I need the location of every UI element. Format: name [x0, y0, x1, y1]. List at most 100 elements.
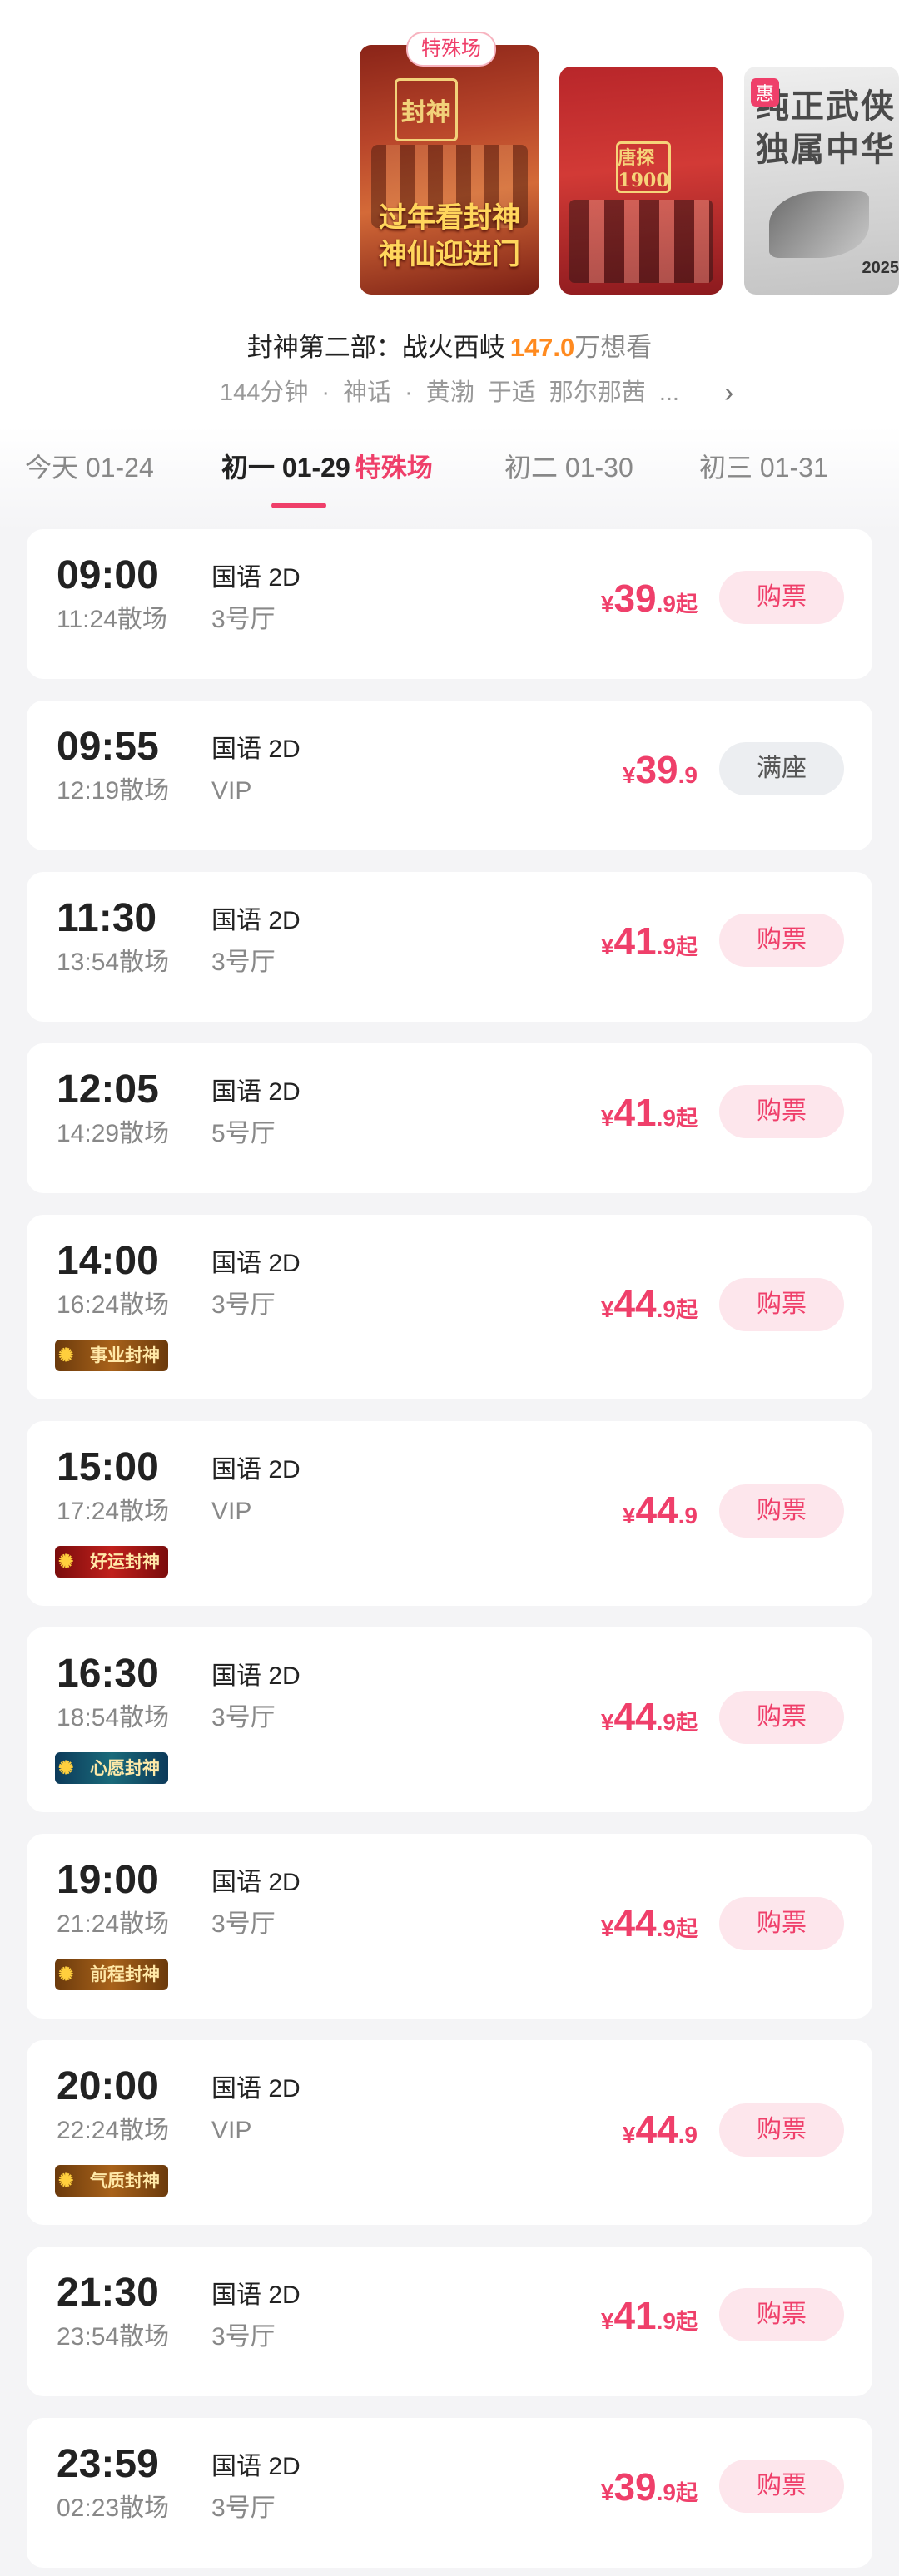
cast-member: 黄渤 — [425, 379, 474, 406]
start-time: 16:30 — [57, 1652, 159, 1696]
tab-date-chusan[interactable]: 初三 01-31 — [699, 449, 828, 486]
want-suffix: 万想看 — [574, 333, 653, 362]
end-time: 12:19散场 — [57, 777, 170, 805]
special-screening-tag: 特殊场 — [406, 32, 496, 67]
tab-date-chuer[interactable]: 初二 01-30 — [504, 449, 633, 486]
price: ¥41.9起 — [600, 2294, 698, 2337]
buy-ticket-button[interactable]: 购票 — [719, 2103, 844, 2157]
showtime-card[interactable]: 15:00 17:24散场 国语 2D VIP 好运封神 ¥44.9 购票 — [27, 1421, 872, 1606]
language-format: 国语 2D — [211, 907, 300, 934]
tab-date-today[interactable]: 今天 01-24 — [25, 449, 154, 486]
poster-wuxia[interactable]: 纯正武侠 独属中华 惠 2025 — [744, 67, 899, 295]
hall-name: 3号厅 — [211, 949, 276, 976]
buy-ticket-button[interactable]: 购票 — [719, 1484, 844, 1538]
movie-title-line[interactable]: 封神第二部：战火西岐 147.0万想看 — [0, 331, 899, 364]
poster-artwork — [569, 200, 713, 283]
showtime-card[interactable]: 21:30 23:54散场 国语 2D 3号厅 ¥41.9起 购票 — [27, 2247, 872, 2396]
duration: 144分钟 — [220, 379, 309, 406]
price: ¥44.9起 — [600, 1282, 698, 1325]
price: ¥39.9 — [622, 748, 698, 791]
start-time: 14:00 — [57, 1239, 159, 1283]
end-time: 17:24散场 — [57, 1498, 170, 1525]
hall-name: VIP — [211, 1498, 252, 1525]
language-format: 国语 2D — [211, 2453, 300, 2480]
hall-name: 3号厅 — [211, 2494, 276, 2522]
showtime-card[interactable]: 16:30 18:54散场 国语 2D 3号厅 心愿封神 ¥44.9起 购票 — [27, 1627, 872, 1812]
buy-ticket-button[interactable]: 购票 — [719, 571, 844, 624]
showtime-card[interactable]: 11:30 13:54散场 国语 2D 3号厅 ¥41.9起 购票 — [27, 872, 872, 1022]
tab-special-badge: 特殊场 — [355, 453, 433, 483]
end-time: 02:23散场 — [57, 2494, 170, 2522]
end-time: 21:24散场 — [57, 1910, 170, 1938]
separator: · — [321, 379, 330, 406]
tab-date-chuyi[interactable]: 初一 01-29 特殊场 — [221, 449, 433, 487]
event-badge: 事业封神 — [55, 1340, 168, 1371]
want-count: 147.0 — [509, 333, 575, 362]
buy-ticket-button[interactable]: 购票 — [719, 2288, 844, 2341]
start-time: 12:05 — [57, 1068, 159, 1112]
event-badge: 前程封神 — [55, 1959, 168, 1990]
price: ¥44.9 — [622, 2108, 698, 2151]
buy-ticket-button[interactable]: 购票 — [719, 2460, 844, 2513]
hall-name: 5号厅 — [211, 1120, 276, 1147]
price: ¥39.9起 — [600, 2465, 698, 2509]
price: ¥41.9起 — [600, 1091, 698, 1134]
end-time: 14:29散场 — [57, 1120, 170, 1147]
start-time: 21:30 — [57, 2271, 159, 2315]
language-format: 国语 2D — [211, 1456, 300, 1484]
start-time: 09:55 — [57, 725, 159, 769]
price: ¥41.9起 — [600, 919, 698, 963]
event-badge: 气质封神 — [55, 2165, 168, 2197]
poster-logo: 封神 — [395, 78, 458, 141]
event-badge: 好运封神 — [55, 1546, 168, 1578]
buy-ticket-button[interactable]: 购票 — [719, 1278, 844, 1331]
hall-name: 3号厅 — [211, 606, 276, 633]
end-time: 13:54散场 — [57, 949, 170, 976]
showtime-card[interactable]: 09:55 12:19散场 国语 2D VIP ¥39.9 满座 — [27, 701, 872, 850]
showtime-card[interactable]: 20:00 22:24散场 国语 2D VIP 气质封神 ¥44.9 购票 — [27, 2040, 872, 2225]
hall-name: VIP — [211, 777, 252, 805]
hall-name: 3号厅 — [211, 1291, 276, 1319]
language-format: 国语 2D — [211, 736, 300, 763]
end-time: 23:54散场 — [57, 2323, 170, 2351]
start-time: 09:00 — [57, 553, 159, 597]
start-time: 23:59 — [57, 2442, 159, 2486]
language-format: 国语 2D — [211, 1662, 300, 1690]
showtime-card[interactable]: 19:00 21:24散场 国语 2D 3号厅 前程封神 ¥44.9起 购票 — [27, 1834, 872, 2019]
price: ¥44.9起 — [600, 1695, 698, 1738]
showtime-card[interactable]: 09:00 11:24散场 国语 2D 3号厅 ¥39.9起 购票 — [27, 529, 872, 679]
buy-ticket-button[interactable]: 购票 — [719, 1691, 844, 1744]
showtime-card[interactable]: 14:00 16:24散场 国语 2D 3号厅 事业封神 ¥44.9起 购票 — [27, 1215, 872, 1399]
end-time: 18:54散场 — [57, 1704, 170, 1731]
showtime-card[interactable]: 12:05 14:29散场 国语 2D 5号厅 ¥41.9起 购票 — [27, 1043, 872, 1193]
start-time: 11:30 — [57, 896, 157, 940]
poster-logo: 唐探1900 — [616, 141, 671, 193]
hall-name: 3号厅 — [211, 2323, 276, 2351]
active-tab-indicator — [271, 503, 326, 508]
poster-year: 2025 — [862, 259, 899, 277]
event-badge: 心愿封神 — [55, 1752, 168, 1784]
language-format: 国语 2D — [211, 1078, 300, 1106]
cast-member: 那尔那茜 — [549, 379, 646, 406]
start-time: 19:00 — [57, 1858, 159, 1902]
buy-ticket-button[interactable]: 购票 — [719, 1897, 844, 1950]
movie-meta[interactable]: 144分钟 · 神话 · 黄渤 于适 那尔那茜... — [0, 376, 899, 409]
showtime-card[interactable]: 23:59 02:23散场 国语 2D 3号厅 ¥39.9起 购票 — [27, 2418, 872, 2568]
hall-name: 3号厅 — [211, 1910, 276, 1938]
movie-title: 封神第二部：战火西岐 — [246, 333, 505, 362]
start-time: 20:00 — [57, 2064, 159, 2108]
poster-fengshen[interactable]: 封神 过年看封神 神仙迎进门 — [360, 45, 539, 295]
chevron-right-icon[interactable]: › — [724, 376, 733, 409]
poster-tangtan[interactable]: 唐探1900 — [559, 67, 723, 295]
buy-ticket-button[interactable]: 购票 — [719, 1085, 844, 1138]
price: ¥44.9 — [622, 1489, 698, 1532]
buy-ticket-button[interactable]: 购票 — [719, 914, 844, 967]
price: ¥39.9起 — [600, 577, 698, 620]
sold-out-button[interactable]: 满座 — [719, 742, 844, 795]
end-time: 16:24散场 — [57, 1291, 170, 1319]
language-format: 国语 2D — [211, 1250, 300, 1277]
end-time: 22:24散场 — [57, 2117, 170, 2144]
end-time: 11:24散场 — [57, 606, 167, 633]
hall-name: VIP — [211, 2117, 252, 2144]
separator: · — [405, 379, 413, 406]
